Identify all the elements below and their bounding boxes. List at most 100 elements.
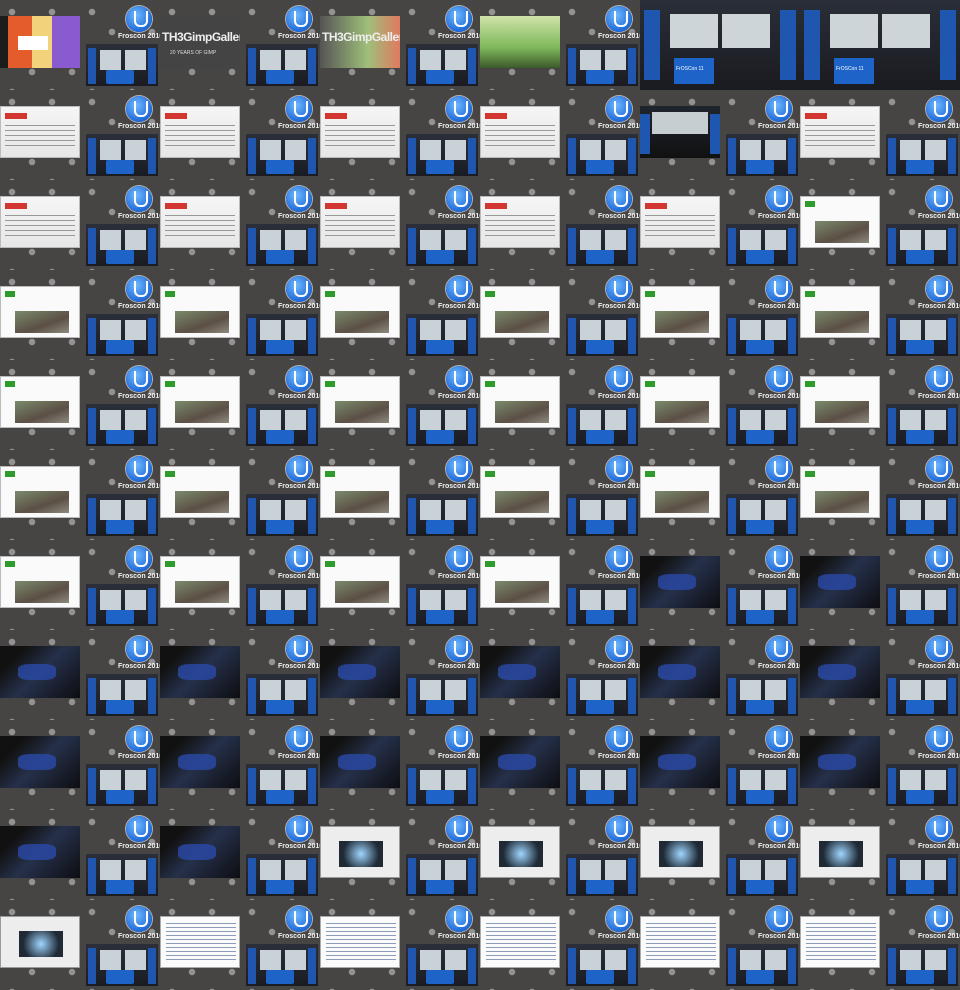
article-frame [320,106,400,158]
logo-text: Froscon 2016 [918,753,960,760]
stage-inset [406,494,478,536]
video-thumbnail[interactable]: Froscon 2016 [320,540,480,630]
video-thumbnail[interactable]: Froscon 2016 [640,360,800,450]
video-thumbnail[interactable]: Froscon 2016 [640,720,800,810]
video-thumbnail[interactable]: Froscon 2016 [160,360,320,450]
video-thumbnail[interactable]: Froscon 2016 [160,270,320,360]
video-thumbnail[interactable]: Froscon 2016 [640,810,800,900]
froscon-logo-icon [766,726,792,752]
video-thumbnail[interactable]: Froscon 2016 [160,900,320,990]
video-thumbnail[interactable]: Froscon 2016 [320,180,480,270]
video-thumbnail[interactable]: Froscon 2016 [160,180,320,270]
video-thumbnail[interactable]: Froscon 2016 [0,90,160,180]
froscon-logo-icon [606,816,632,842]
lectern [906,610,934,624]
video-thumbnail[interactable]: Froscon 2016 [640,90,800,180]
video-thumbnail[interactable]: Froscon 2016 [640,180,800,270]
froscon-logo-icon [926,636,952,662]
video-thumbnail[interactable]: Froscon 2016 [320,630,480,720]
video-thumbnail[interactable]: Froscon 2016 [0,180,160,270]
video-thumbnail[interactable]: Froscon 2016 [640,450,800,540]
video-thumbnail[interactable]: Froscon 2016 [160,90,320,180]
logo-text: Froscon 2016 [118,843,160,850]
video-thumbnail[interactable]: Froscon 2016 [800,90,960,180]
video-thumbnail[interactable]: FrOSCon 11 [640,0,800,90]
video-thumbnail[interactable]: Froscon 2016 [320,360,480,450]
video-thumbnail[interactable]: Froscon 2016 [480,900,640,990]
video-thumbnail[interactable]: Froscon 2016 [0,720,160,810]
video-thumbnail[interactable]: Froscon 2016 [0,900,160,990]
video-thumbnail[interactable]: Froscon 2016 [0,630,160,720]
video-thumbnail[interactable]: Froscon 2016 [160,630,320,720]
video-thumbnail[interactable]: Froscon 2016 [480,360,640,450]
stage-inset [406,134,478,176]
news-article-frame [640,466,720,518]
video-thumbnail[interactable]: Froscon 2016 [800,630,960,720]
video-thumbnail[interactable]: Froscon 2016 [480,630,640,720]
video-thumbnail[interactable]: Froscon 2016 [320,270,480,360]
lectern [746,430,774,444]
video-thumbnail[interactable]: Froscon 2016 [0,810,160,900]
video-still-frame [160,826,240,878]
video-thumbnail[interactable]: Froscon 2016 [640,900,800,990]
lectern [586,700,614,714]
paper-frame [480,826,560,878]
froscon-logo-icon [126,726,152,752]
video-thumbnail[interactable]: Froscon 2016 [800,810,960,900]
video-thumbnail[interactable]: Froscon 2016 [800,360,960,450]
video-thumbnail[interactable]: Froscon 2016 [480,720,640,810]
news-article-frame [320,376,400,428]
video-thumbnail[interactable]: Froscon 2016 [800,540,960,630]
lectern [426,880,454,894]
video-thumbnail[interactable]: Froscon 2016 [800,720,960,810]
news-article-frame [800,286,880,338]
video-thumbnail[interactable]: Froscon 2016 [480,810,640,900]
news-article-frame [160,376,240,428]
video-thumbnail[interactable]: Froscon 2016 [320,720,480,810]
video-thumbnail[interactable]: Froscon 2016 [320,90,480,180]
video-thumbnail[interactable]: Froscon 2016 [480,450,640,540]
video-thumbnail[interactable]: Froscon 2016 [0,450,160,540]
stage-inset [86,764,158,806]
stage-inset [886,134,958,176]
froscon-logo-icon [126,816,152,842]
video-thumbnail[interactable]: Froscon 2016 [480,540,640,630]
video-thumbnail[interactable]: TH3GimpGallery Froscon 2016 [320,0,480,90]
froscon-logo-icon [606,96,632,122]
video-thumbnail[interactable]: Froscon 2016 [800,270,960,360]
video-thumbnail[interactable]: Froscon 2016 [800,450,960,540]
logo-text: Froscon 2016 [278,843,320,850]
video-thumbnail[interactable]: Froscon 2016 [480,180,640,270]
video-thumbnail[interactable]: Froscon 2016 [800,180,960,270]
video-thumbnail[interactable]: Froscon 2016 [320,900,480,990]
video-thumbnail[interactable]: Froscon 2016 [480,270,640,360]
logo-text: Froscon 2016 [758,213,800,220]
froscon-logo-icon [606,366,632,392]
video-thumbnail[interactable]: Froscon 2016 [320,450,480,540]
video-thumbnail[interactable]: Froscon 2016 [320,810,480,900]
video-thumbnail[interactable]: Froscon 2016 [0,0,160,90]
video-thumbnail[interactable]: Froscon 2016 [160,720,320,810]
video-thumbnail[interactable]: Froscon 2016 [640,540,800,630]
video-thumbnail[interactable]: Froscon 2016 [480,90,640,180]
video-thumbnail[interactable]: Froscon 2016 [0,540,160,630]
video-thumbnail[interactable]: Froscon 2016 [0,360,160,450]
video-thumbnail[interactable]: Froscon 2016 [640,630,800,720]
video-thumbnail[interactable]: TH3GimpGallery 20 YEARS OF GIMP Froscon 20… [160,0,320,90]
video-thumbnail[interactable]: Froscon 2016 [160,810,320,900]
froscon-logo-icon [606,456,632,482]
froscon-logo-icon [126,636,152,662]
video-thumbnail[interactable]: Froscon 2016 [640,270,800,360]
video-thumbnail[interactable]: Froscon 2016 [800,900,960,990]
news-article-frame [480,376,560,428]
video-thumbnail[interactable]: FrOSCon 11 [800,0,960,90]
logo-text: Froscon 2016 [278,573,320,580]
video-thumbnail[interactable]: Froscon 2016 [0,270,160,360]
video-thumbnail[interactable]: Froscon 2016 [480,0,640,90]
video-still-frame [640,736,720,788]
video-thumbnail[interactable]: Froscon 2016 [160,450,320,540]
lectern [906,880,934,894]
news-article-frame [0,466,80,518]
video-thumbnail[interactable]: Froscon 2016 [160,540,320,630]
stage-inset [726,494,798,536]
